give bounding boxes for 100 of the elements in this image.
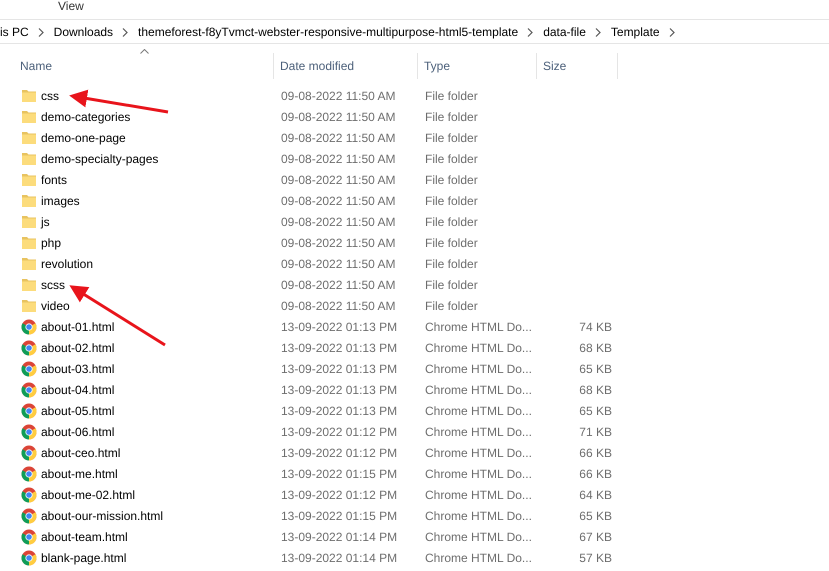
file-name[interactable]: demo-categories	[0, 108, 274, 124]
type-cell-text: File folder	[424, 194, 479, 208]
file-name[interactable]: css	[0, 88, 274, 104]
file-name[interactable]: about-01.html	[0, 318, 274, 334]
folder-icon	[21, 172, 37, 188]
size-cell-text: 71 KB	[578, 424, 612, 438]
folder-icon	[21, 256, 37, 272]
file-name[interactable]: about-06.html	[0, 424, 274, 440]
file-name[interactable]: js	[0, 214, 274, 230]
file-name[interactable]: images	[0, 192, 274, 208]
breadcrumb-item[interactable]: Template	[610, 25, 664, 39]
date-cell-text: 09-08-2022 11:50 AM	[280, 130, 397, 144]
file-name[interactable]: about-05.html	[0, 402, 274, 418]
date-cell-text: 09-08-2022 11:50 AM	[280, 236, 397, 250]
size-cell-text: 65 KB	[578, 404, 612, 418]
file-name[interactable]: scss	[0, 276, 274, 292]
file-name[interactable]: about-me-02.html	[0, 486, 274, 502]
date-cell-text: 09-08-2022 11:50 AM	[280, 214, 397, 228]
date-cell-text: 09-08-2022 11:50 AM	[280, 256, 397, 270]
file-name[interactable]: about-team.html	[0, 528, 274, 544]
type-cell-text: Chrome HTML Do...	[424, 466, 533, 480]
chrome-icon	[21, 340, 37, 356]
type-cell-text: Chrome HTML Do...	[424, 424, 533, 438]
type-cell-text: File folder	[424, 110, 479, 124]
chrome-icon	[21, 550, 37, 566]
date-cell-text: 09-08-2022 11:50 AM	[280, 88, 397, 102]
column-header[interactable]: Type	[418, 53, 537, 79]
ribbon-tab[interactable]: View	[56, 0, 86, 12]
folder-icon	[21, 234, 37, 250]
file-name[interactable]: about-ceo.html	[0, 444, 274, 460]
chevron-icon	[594, 28, 602, 36]
size-cell-text: 68 KB	[578, 382, 612, 396]
size-cell-text: 68 KB	[578, 340, 612, 354]
type-cell-text: File folder	[424, 88, 479, 102]
date-cell-text: 09-08-2022 11:50 AM	[280, 152, 397, 166]
type-cell-text: File folder	[424, 130, 479, 144]
file-name[interactable]: about-03.html	[0, 360, 274, 376]
file-name[interactable]: about-04.html	[0, 382, 274, 398]
breadcrumb-item[interactable]: themeforest-f8yTvmct-webster-responsive-multipurpose-html5-template	[138, 25, 522, 39]
date-cell-text: 13-09-2022 01:13 PM	[280, 340, 398, 354]
date-cell-text: 13-09-2022 01:12 PM	[280, 488, 398, 502]
size-cell-text: 66 KB	[578, 466, 612, 480]
folder-icon	[21, 192, 37, 208]
file-name[interactable]: video	[0, 298, 274, 314]
file-name[interactable]: demo-one-page	[0, 130, 274, 146]
type-cell-text: Chrome HTML Do...	[424, 340, 533, 354]
file-name[interactable]: about-me.html	[0, 466, 274, 482]
breadcrumb-item[interactable]: data-file	[543, 25, 590, 39]
size-cell-text: 65 KB	[578, 362, 612, 376]
date-cell-text: 13-09-2022 01:13 PM	[280, 382, 398, 396]
breadcrumb-item[interactable]: Downloads	[54, 25, 118, 39]
folder-icon	[21, 108, 37, 124]
breadcrumb-item[interactable]: is PC	[0, 25, 33, 39]
type-cell-text: Chrome HTML Do...	[424, 382, 533, 396]
folder-icon	[21, 276, 37, 292]
folder-icon	[21, 214, 37, 230]
file-name[interactable]: php	[0, 234, 274, 250]
type-cell-text: Chrome HTML Do...	[424, 508, 533, 522]
type-cell-text: File folder	[424, 172, 479, 186]
type-cell-text: File folder	[424, 278, 479, 292]
size-cell-text: 67 KB	[578, 530, 612, 544]
date-cell-text: 13-09-2022 01:14 PM	[280, 550, 398, 564]
file-name[interactable]: fonts	[0, 172, 274, 188]
folder-icon	[21, 150, 37, 166]
type-cell-text: File folder	[424, 152, 479, 166]
file-name[interactable]: blank-page.html	[0, 550, 274, 566]
column-header[interactable]: Date modified	[274, 53, 418, 79]
size-cell-text: 74 KB	[578, 320, 612, 334]
chrome-icon	[21, 508, 37, 524]
date-cell-text: 09-08-2022 11:50 AM	[280, 110, 397, 124]
date-cell-text: 13-09-2022 01:13 PM	[280, 320, 398, 334]
date-cell-text: 13-09-2022 01:12 PM	[280, 424, 398, 438]
type-cell-text: Chrome HTML Do...	[424, 488, 533, 502]
date-cell-text: 13-09-2022 01:15 PM	[280, 466, 398, 480]
chrome-icon	[21, 382, 37, 398]
size-cell-text: 57 KB	[578, 550, 612, 564]
chrome-icon	[21, 444, 37, 460]
file-name[interactable]: revolution	[0, 256, 274, 272]
file-name[interactable]: about-02.html	[0, 340, 274, 356]
file-name[interactable]: about-our-mission.html	[0, 508, 274, 524]
chrome-icon	[21, 360, 37, 376]
date-cell-text: 13-09-2022 01:12 PM	[280, 446, 398, 460]
chrome-icon	[21, 402, 37, 418]
date-cell-text: 13-09-2022 01:13 PM	[280, 362, 398, 376]
chrome-icon	[21, 466, 37, 482]
chevron-icon	[122, 28, 130, 36]
chrome-icon	[21, 528, 37, 544]
type-cell-text: Chrome HTML Do...	[424, 362, 533, 376]
type-cell-text: File folder	[424, 236, 479, 250]
date-cell-text: 13-09-2022 01:13 PM	[280, 404, 398, 418]
chrome-icon	[21, 318, 37, 334]
type-cell-text: File folder	[424, 256, 479, 270]
column-header[interactable]: Size	[537, 53, 618, 79]
date-cell-text: 09-08-2022 11:50 AM	[280, 298, 397, 312]
size-cell-text: 66 KB	[578, 446, 612, 460]
size-cell-text: 64 KB	[578, 488, 612, 502]
column-header[interactable]: Name	[0, 53, 274, 79]
type-cell-text: Chrome HTML Do...	[424, 320, 533, 334]
date-cell-text: 13-09-2022 01:15 PM	[280, 508, 398, 522]
file-name[interactable]: demo-specialty-pages	[0, 150, 274, 166]
